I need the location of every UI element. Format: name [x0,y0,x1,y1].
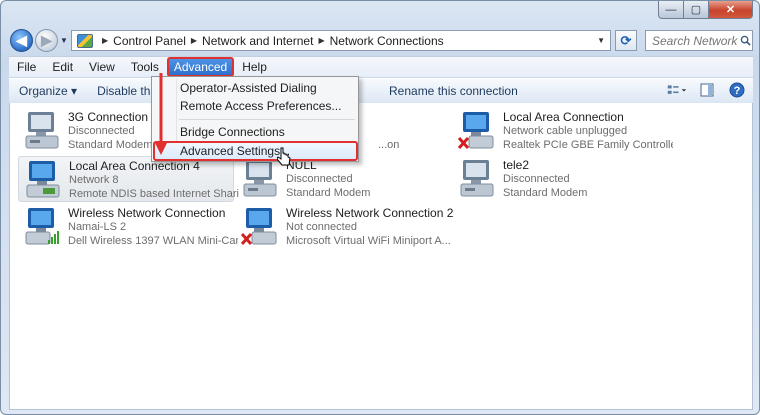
menu-item-remote-access-preferences[interactable]: Remote Access Preferences... [180,97,341,115]
wireless-disconnected-icon [240,208,277,246]
modem-icon [460,160,494,197]
maximize-button[interactable]: ▢ [684,1,709,19]
mouse-cursor-icon [277,147,291,166]
menu-view[interactable]: View [81,58,123,76]
connection-status: Network cable unplugged [503,125,628,137]
explorer-window: — ▢ ✕ ◀ ▶ ▼ ▶ Control Panel ▶ Network an… [0,0,760,415]
network-adapter-icon [26,161,60,198]
menu-edit[interactable]: Edit [44,58,81,76]
breadcrumb-arrow-icon[interactable]: ▶ [318,36,324,45]
search-input[interactable] [646,33,738,48]
breadcrumb-network-and-internet[interactable]: Network and Internet [202,34,313,48]
menu-file[interactable]: File [9,58,44,76]
modem-icon [25,112,59,149]
caption-buttons: — ▢ ✕ [658,1,753,19]
menu-advanced[interactable]: Advanced [166,57,235,77]
connection-device: Standard Modem [286,187,371,199]
forward-button[interactable]: ▶ [35,29,58,52]
menu-help[interactable]: Help [234,58,275,76]
connection-device: Microsoft Virtual WiFi Miniport A... [286,235,451,247]
connection-item-local-area[interactable]: Local Area Connection Network cable unpl… [453,108,673,154]
breadcrumb-network-connections[interactable]: Network Connections [330,34,444,48]
address-dropdown-icon[interactable]: ▼ [592,36,610,45]
advanced-menu: Operator-Assisted Dialing Remote Access … [151,76,359,162]
menu-item-bridge-connections[interactable]: Bridge Connections [180,123,285,141]
connection-device: Dell Wireless 1397 WLAN Mini-Card [68,235,238,247]
refresh-button[interactable]: ⟳ [615,30,637,51]
connection-item-wireless-2[interactable]: Wireless Network Connection 2 Not connec… [236,204,453,250]
connection-status: Not connected [286,221,357,233]
connection-device: Remote NDIS based Internet Shari... [69,188,239,200]
modem-icon [243,160,277,197]
connection-item-tele2[interactable]: tele2 Disconnected Standard Modem [453,156,669,202]
search-icon[interactable] [740,35,751,46]
help-button[interactable]: ? [727,81,747,99]
breadcrumb-arrow-icon[interactable]: ▶ [191,36,197,45]
connection-name: Local Area Connection [503,110,624,124]
connection-item-null[interactable]: NULL Disconnected Standard Modem [236,156,452,202]
ethernet-unplugged-icon [457,112,494,150]
menu-item-operator-assisted-dialing[interactable]: Operator-Assisted Dialing [180,79,317,97]
connection-name: Wireless Network Connection 2 [286,206,454,220]
connections-pane: 3G Connection Disconnected Standard Mode… [9,103,753,410]
minimize-button[interactable]: — [658,1,684,19]
view-options-icon [667,85,687,94]
menu-bar: File Edit View Tools Advanced Help [9,56,753,77]
refresh-icon: ⟳ [620,32,632,48]
connection-status: Disconnected [286,173,353,185]
connection-item-local-area-4[interactable]: Local Area Connection 4 Network 8 Remote… [18,156,239,202]
organize-button[interactable]: Organize ▾ [9,80,85,102]
navigation-bar: ◀ ▶ ▼ ▶ Control Panel ▶ Network and Inte… [9,28,753,54]
view-controls: ? [667,81,747,99]
rename-connection-button[interactable]: Rename this connection [381,80,526,102]
preview-pane-icon [700,83,714,97]
breadcrumb-arrow-icon[interactable]: ▶ [102,36,108,45]
address-bar[interactable]: ▶ Control Panel ▶ Network and Internet ▶… [71,30,611,51]
svg-text:?: ? [734,85,741,97]
connection-device: Standard Modem [503,187,588,199]
recent-pages-chevron-icon[interactable]: ▼ [60,36,68,45]
help-icon: ? [729,82,745,98]
command-bar: Organize ▾ Disable this Rename this conn… [9,78,753,104]
back-button[interactable]: ◀ [10,29,33,52]
search-box[interactable] [645,30,753,51]
connection-status: Disconnected [503,173,570,185]
wireless-connected-icon [25,208,59,245]
preview-pane-button[interactable] [697,81,717,99]
close-button[interactable]: ✕ [709,1,753,19]
breadcrumb-control-panel[interactable]: Control Panel [113,34,186,48]
control-panel-icon [77,33,93,48]
connection-name: Wireless Network Connection [68,206,226,220]
connection-status: Namai-LS 2 [68,221,127,233]
red-arrow-annotation [155,73,167,155]
connection-item-wireless[interactable]: Wireless Network Connection Namai-LS 2 D… [18,204,238,250]
connection-name: tele2 [503,158,530,172]
menu-item-advanced-settings[interactable]: Advanced Settings... [180,142,290,160]
menu-separator [179,119,355,120]
connection-device: Realtek PCIe GBE Family Controller [503,139,673,151]
connection-status: Network 8 [69,174,119,186]
change-view-button[interactable] [667,81,687,99]
